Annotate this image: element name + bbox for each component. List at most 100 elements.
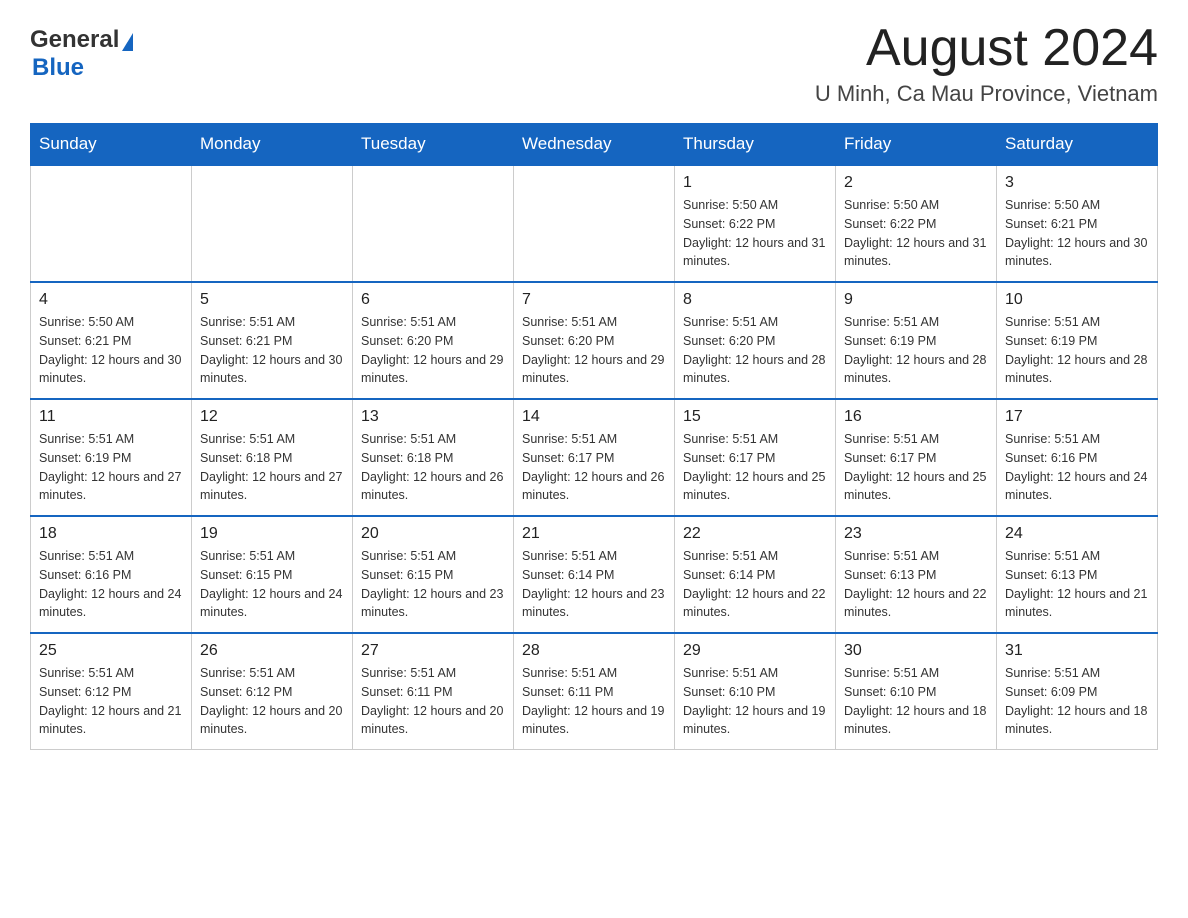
day-number: 15 (683, 408, 827, 426)
calendar-cell: 21 Sunrise: 5:51 AM Sunset: 6:14 PM Dayli… (514, 516, 675, 633)
day-number: 12 (200, 408, 344, 426)
calendar-cell: 12 Sunrise: 5:51 AM Sunset: 6:18 PM Dayli… (192, 399, 353, 516)
day-info: Sunrise: 5:51 AM Sunset: 6:10 PM Dayligh… (683, 664, 827, 739)
calendar-cell: 27Sunrise: 5:51 AM Sunset: 6:11 PM Dayli… (353, 633, 514, 750)
logo-general-text: General (30, 26, 119, 54)
calendar-cell: 29 Sunrise: 5:51 AM Sunset: 6:10 PM Dayli… (675, 633, 836, 750)
day-number: 19 (200, 525, 344, 543)
calendar-cell: 14 Sunrise: 5:51 AM Sunset: 6:17 PM Dayli… (514, 399, 675, 516)
day-info: Sunrise: 5:51 AM Sunset: 6:20 PM Dayligh… (522, 313, 666, 388)
calendar-cell (31, 165, 192, 282)
title-block: August 2024 U Minh, Ca Mau Province, Vie… (815, 20, 1158, 107)
day-number: 22 (683, 525, 827, 543)
day-info: Sunrise: 5:50 AM Sunset: 6:21 PM Dayligh… (1005, 196, 1149, 271)
day-number: 23 (844, 525, 988, 543)
day-number: 29 (683, 642, 827, 660)
day-number: 30 (844, 642, 988, 660)
day-number: 10 (1005, 291, 1149, 309)
calendar-cell: 5 Sunrise: 5:51 AM Sunset: 6:21 PM Daylig… (192, 282, 353, 399)
day-number: 3 (1005, 174, 1149, 192)
column-header-sunday: Sunday (31, 124, 192, 166)
day-info: Sunrise: 5:51 AM Sunset: 6:16 PM Dayligh… (1005, 430, 1149, 505)
day-number: 1 (683, 174, 827, 192)
column-header-friday: Friday (836, 124, 997, 166)
day-number: 27 (361, 642, 505, 660)
day-info: Sunrise: 5:51 AM Sunset: 6:17 PM Dayligh… (844, 430, 988, 505)
day-number: 21 (522, 525, 666, 543)
calendar-table: SundayMondayTuesdayWednesdayThursdayFrid… (30, 123, 1158, 750)
location-title: U Minh, Ca Mau Province, Vietnam (815, 81, 1158, 107)
calendar-cell: 7 Sunrise: 5:51 AM Sunset: 6:20 PM Daylig… (514, 282, 675, 399)
day-info: Sunrise: 5:51 AM Sunset: 6:15 PM Dayligh… (361, 547, 505, 622)
calendar-cell: 17 Sunrise: 5:51 AM Sunset: 6:16 PM Dayli… (997, 399, 1158, 516)
day-info: Sunrise: 5:51 AM Sunset: 6:14 PM Dayligh… (522, 547, 666, 622)
day-number: 5 (200, 291, 344, 309)
week-row-2: 4Sunrise: 5:50 AM Sunset: 6:21 PM Daylig… (31, 282, 1158, 399)
column-header-tuesday: Tuesday (353, 124, 514, 166)
day-number: 26 (200, 642, 344, 660)
calendar-cell: 16 Sunrise: 5:51 AM Sunset: 6:17 PM Dayli… (836, 399, 997, 516)
week-row-5: 25Sunrise: 5:51 AM Sunset: 6:12 PM Dayli… (31, 633, 1158, 750)
calendar-cell: 6Sunrise: 5:51 AM Sunset: 6:20 PM Daylig… (353, 282, 514, 399)
day-number: 14 (522, 408, 666, 426)
day-info: Sunrise: 5:51 AM Sunset: 6:20 PM Dayligh… (683, 313, 827, 388)
day-info: Sunrise: 5:51 AM Sunset: 6:13 PM Dayligh… (1005, 547, 1149, 622)
calendar-cell (192, 165, 353, 282)
day-info: Sunrise: 5:50 AM Sunset: 6:21 PM Dayligh… (39, 313, 183, 388)
day-number: 18 (39, 525, 183, 543)
column-header-monday: Monday (192, 124, 353, 166)
day-info: Sunrise: 5:51 AM Sunset: 6:18 PM Dayligh… (361, 430, 505, 505)
day-number: 7 (522, 291, 666, 309)
calendar-cell: 13Sunrise: 5:51 AM Sunset: 6:18 PM Dayli… (353, 399, 514, 516)
calendar-cell: 9Sunrise: 5:51 AM Sunset: 6:19 PM Daylig… (836, 282, 997, 399)
day-number: 17 (1005, 408, 1149, 426)
calendar-cell: 31 Sunrise: 5:51 AM Sunset: 6:09 PM Dayli… (997, 633, 1158, 750)
calendar-cell (353, 165, 514, 282)
day-info: Sunrise: 5:51 AM Sunset: 6:12 PM Dayligh… (39, 664, 183, 739)
calendar-header-row: SundayMondayTuesdayWednesdayThursdayFrid… (31, 124, 1158, 166)
calendar-cell: 2 Sunrise: 5:50 AM Sunset: 6:22 PM Daylig… (836, 165, 997, 282)
day-info: Sunrise: 5:51 AM Sunset: 6:14 PM Dayligh… (683, 547, 827, 622)
calendar-cell: 23 Sunrise: 5:51 AM Sunset: 6:13 PM Dayli… (836, 516, 997, 633)
day-info: Sunrise: 5:51 AM Sunset: 6:16 PM Dayligh… (39, 547, 183, 622)
day-info: Sunrise: 5:51 AM Sunset: 6:17 PM Dayligh… (683, 430, 827, 505)
logo: General Blue (30, 20, 133, 82)
day-number: 2 (844, 174, 988, 192)
day-number: 24 (1005, 525, 1149, 543)
day-info: Sunrise: 5:51 AM Sunset: 6:12 PM Dayligh… (200, 664, 344, 739)
calendar-cell: 15 Sunrise: 5:51 AM Sunset: 6:17 PM Dayli… (675, 399, 836, 516)
calendar-cell: 24 Sunrise: 5:51 AM Sunset: 6:13 PM Dayli… (997, 516, 1158, 633)
day-info: Sunrise: 5:51 AM Sunset: 6:18 PM Dayligh… (200, 430, 344, 505)
day-number: 31 (1005, 642, 1149, 660)
day-info: Sunrise: 5:51 AM Sunset: 6:09 PM Dayligh… (1005, 664, 1149, 739)
logo-triangle-icon (122, 33, 133, 51)
day-info: Sunrise: 5:51 AM Sunset: 6:21 PM Dayligh… (200, 313, 344, 388)
day-info: Sunrise: 5:51 AM Sunset: 6:20 PM Dayligh… (361, 313, 505, 388)
day-number: 11 (39, 408, 183, 426)
column-header-wednesday: Wednesday (514, 124, 675, 166)
week-row-4: 18 Sunrise: 5:51 AM Sunset: 6:16 PM Dayli… (31, 516, 1158, 633)
calendar-cell: 30Sunrise: 5:51 AM Sunset: 6:10 PM Dayli… (836, 633, 997, 750)
day-info: Sunrise: 5:50 AM Sunset: 6:22 PM Dayligh… (683, 196, 827, 271)
calendar-cell: 1 Sunrise: 5:50 AM Sunset: 6:22 PM Daylig… (675, 165, 836, 282)
day-number: 9 (844, 291, 988, 309)
day-number: 8 (683, 291, 827, 309)
day-number: 28 (522, 642, 666, 660)
page-header: General Blue August 2024 U Minh, Ca Mau … (30, 20, 1158, 107)
week-row-1: 1 Sunrise: 5:50 AM Sunset: 6:22 PM Daylig… (31, 165, 1158, 282)
calendar-cell: 3 Sunrise: 5:50 AM Sunset: 6:21 PM Daylig… (997, 165, 1158, 282)
column-header-thursday: Thursday (675, 124, 836, 166)
calendar-cell: 11Sunrise: 5:51 AM Sunset: 6:19 PM Dayli… (31, 399, 192, 516)
day-info: Sunrise: 5:51 AM Sunset: 6:19 PM Dayligh… (1005, 313, 1149, 388)
day-info: Sunrise: 5:51 AM Sunset: 6:13 PM Dayligh… (844, 547, 988, 622)
logo-blue-text: Blue (32, 54, 84, 82)
day-info: Sunrise: 5:50 AM Sunset: 6:22 PM Dayligh… (844, 196, 988, 271)
calendar-cell: 8 Sunrise: 5:51 AM Sunset: 6:20 PM Daylig… (675, 282, 836, 399)
calendar-cell: 4Sunrise: 5:50 AM Sunset: 6:21 PM Daylig… (31, 282, 192, 399)
calendar-cell: 26 Sunrise: 5:51 AM Sunset: 6:12 PM Dayli… (192, 633, 353, 750)
day-info: Sunrise: 5:51 AM Sunset: 6:17 PM Dayligh… (522, 430, 666, 505)
day-number: 16 (844, 408, 988, 426)
calendar-cell: 19 Sunrise: 5:51 AM Sunset: 6:15 PM Dayli… (192, 516, 353, 633)
day-number: 20 (361, 525, 505, 543)
day-info: Sunrise: 5:51 AM Sunset: 6:15 PM Dayligh… (200, 547, 344, 622)
